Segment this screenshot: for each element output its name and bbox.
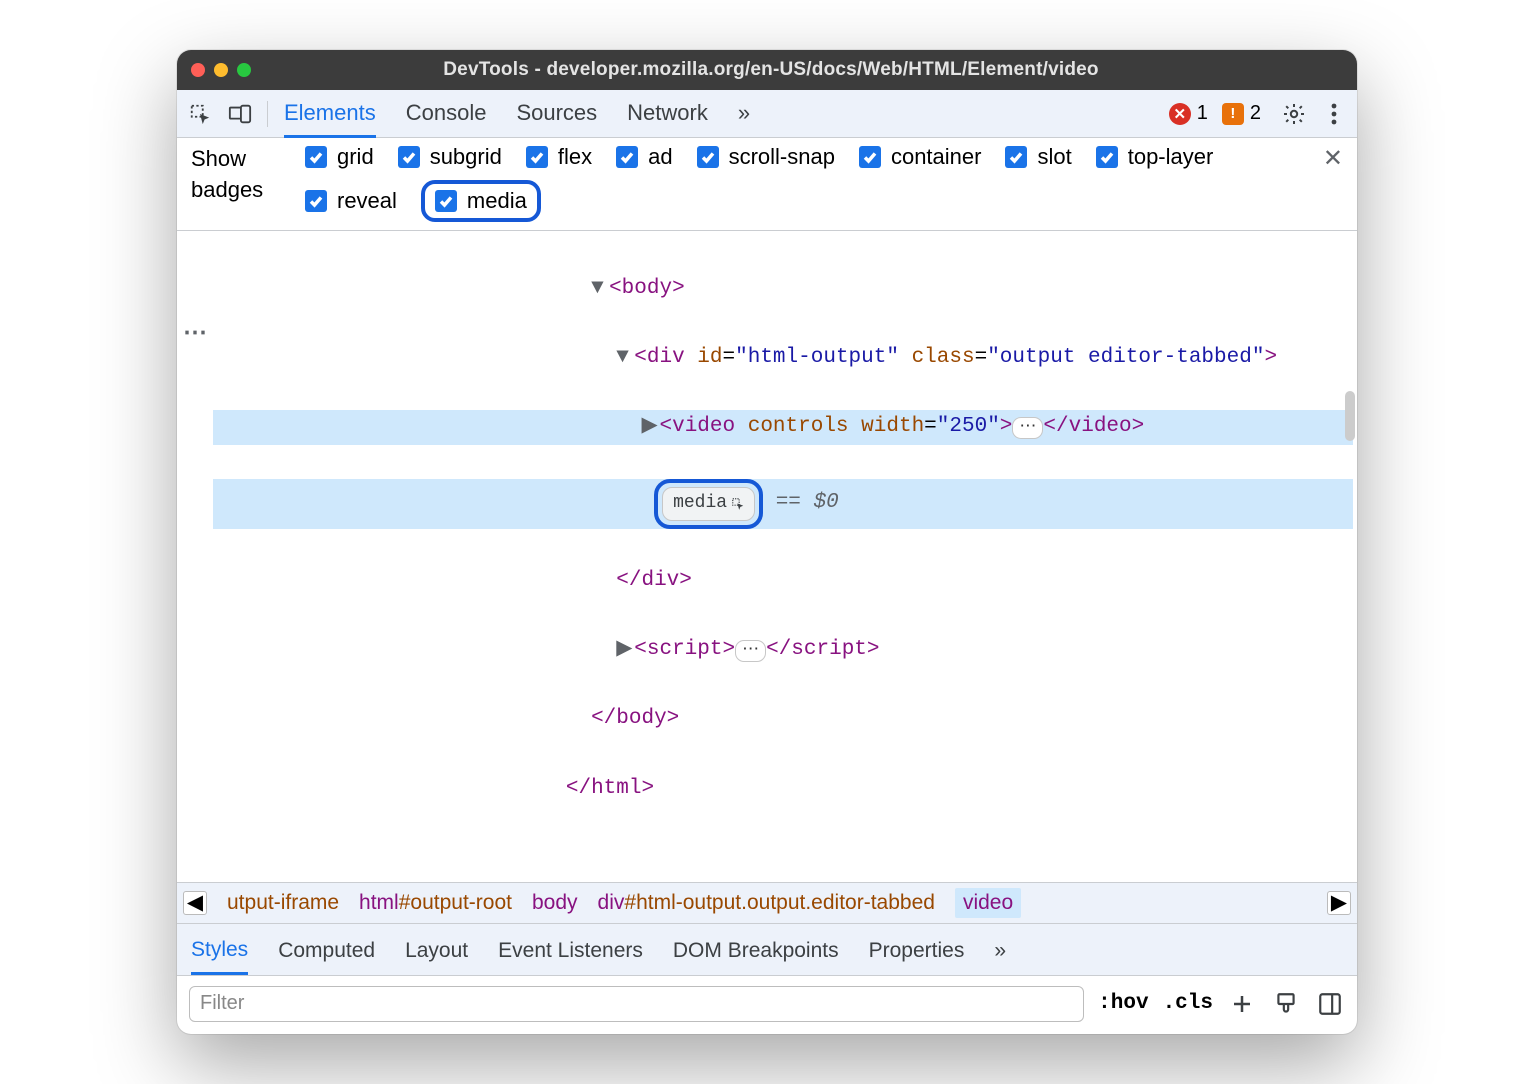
dom-line-selected[interactable]: ▶<video controls width="250">⋯</video>	[213, 410, 1353, 445]
titlebar: DevTools - developer.mozilla.org/en-US/d…	[177, 50, 1357, 90]
styles-subtabs: Styles Computed Layout Event Listeners D…	[177, 924, 1357, 976]
crumb-video[interactable]: video	[955, 888, 1021, 918]
subtab-more[interactable]: »	[994, 933, 1006, 973]
tab-network[interactable]: Network	[627, 90, 708, 138]
dom-line[interactable]: ▶<script>⋯</script>	[213, 633, 1353, 668]
cls-toggle[interactable]: .cls	[1163, 992, 1213, 1015]
ellipsis-pill[interactable]: ⋯	[735, 640, 766, 662]
badge-checkbox-media[interactable]: media	[435, 188, 527, 214]
close-badge-row-icon[interactable]: ✕	[1323, 144, 1343, 173]
dom-tree-panel: ⋯ ▼<body> ▼<div id="html-output" class="…	[177, 231, 1357, 882]
subtab-dom-breakpoints[interactable]: DOM Breakpoints	[673, 933, 839, 973]
styles-filter-input[interactable]: Filter	[189, 986, 1084, 1022]
error-count[interactable]: ✕ 1	[1169, 102, 1208, 125]
dom-line[interactable]: </div>	[213, 564, 1353, 599]
badge-row-label: Showbadges	[191, 144, 281, 206]
dom-line[interactable]: </body>	[213, 702, 1353, 737]
badge-checkbox-container[interactable]: container	[859, 144, 982, 170]
highlight-media-badge: media	[654, 479, 763, 529]
crumb-scroll-left-icon[interactable]: ◀	[183, 891, 207, 915]
hov-toggle[interactable]: :hov	[1098, 992, 1148, 1015]
crumb-iframe[interactable]: utput-iframe	[227, 891, 339, 915]
dom-line[interactable]: ▼<body>	[213, 272, 1353, 307]
dom-line-selected-badge[interactable]: media == $0	[213, 479, 1353, 529]
media-badge[interactable]: media	[662, 487, 755, 521]
window-title: DevTools - developer.mozilla.org/en-US/d…	[199, 59, 1343, 81]
crumb-body[interactable]: body	[532, 891, 578, 915]
badge-checkbox-list: grid subgrid flex ad scroll-snap contain…	[305, 144, 1299, 222]
devtools-window: DevTools - developer.mozilla.org/en-US/d…	[177, 50, 1357, 1034]
ellipsis-pill[interactable]: ⋯	[1012, 417, 1043, 439]
badge-checkbox-slot[interactable]: slot	[1005, 144, 1071, 170]
tab-more[interactable]: »	[738, 90, 750, 138]
device-toolbar-icon[interactable]	[223, 97, 257, 131]
tab-elements[interactable]: Elements	[284, 90, 376, 138]
computed-sidebar-icon[interactable]	[1315, 989, 1345, 1019]
badge-checkbox-subgrid[interactable]: subgrid	[398, 144, 502, 170]
subtab-styles[interactable]: Styles	[191, 932, 248, 975]
new-style-rule-icon[interactable]	[1227, 989, 1257, 1019]
dom-line[interactable]: </html>	[213, 772, 1353, 807]
badge-settings-row: Showbadges grid subgrid flex ad scroll-s…	[177, 138, 1357, 231]
subtab-layout[interactable]: Layout	[405, 933, 468, 973]
kebab-menu-icon[interactable]	[1317, 97, 1351, 131]
crumb-html[interactable]: html#output-root	[359, 891, 512, 915]
dom-breadcrumbs: ◀ utput-iframe html#output-root body div…	[177, 882, 1357, 924]
subtab-computed[interactable]: Computed	[278, 933, 375, 973]
settings-icon[interactable]	[1277, 97, 1311, 131]
crumb-scroll-right-icon[interactable]: ▶	[1327, 891, 1351, 915]
subtab-properties[interactable]: Properties	[869, 933, 965, 973]
badge-checkbox-ad[interactable]: ad	[616, 144, 672, 170]
divider	[267, 101, 268, 127]
subtab-event-listeners[interactable]: Event Listeners	[498, 933, 643, 973]
badge-checkbox-flex[interactable]: flex	[526, 144, 592, 170]
badge-checkbox-reveal[interactable]: reveal	[305, 188, 397, 214]
error-icon: ✕	[1169, 103, 1191, 125]
dom-tree[interactable]: ▼<body> ▼<div id="html-output" class="ou…	[213, 231, 1357, 882]
styles-filter-row: Filter :hov .cls	[177, 976, 1357, 1034]
error-number: 1	[1197, 102, 1208, 125]
dom-line[interactable]: ▼<div id="html-output" class="output edi…	[213, 341, 1353, 376]
badge-checkbox-grid[interactable]: grid	[305, 144, 374, 170]
crumb-div[interactable]: div#html-output.output.editor-tabbed	[598, 891, 935, 915]
tab-console[interactable]: Console	[406, 90, 487, 138]
warning-number: 2	[1250, 102, 1261, 125]
badge-checkbox-top-layer[interactable]: top-layer	[1096, 144, 1214, 170]
highlight-media-checkbox: media	[421, 180, 541, 222]
gutter: ⋯	[177, 231, 213, 882]
inspect-element-icon[interactable]	[183, 97, 217, 131]
tab-sources[interactable]: Sources	[516, 90, 597, 138]
scrollbar-thumb[interactable]	[1345, 391, 1355, 441]
warning-count[interactable]: ! 2	[1222, 102, 1261, 125]
paint-brush-icon[interactable]	[1271, 989, 1301, 1019]
panel-tabs: Elements Console Sources Network »	[284, 90, 750, 138]
main-toolbar: Elements Console Sources Network » ✕ 1 !…	[177, 90, 1357, 138]
warning-icon: !	[1222, 103, 1244, 125]
badge-checkbox-scroll-snap[interactable]: scroll-snap	[697, 144, 835, 170]
